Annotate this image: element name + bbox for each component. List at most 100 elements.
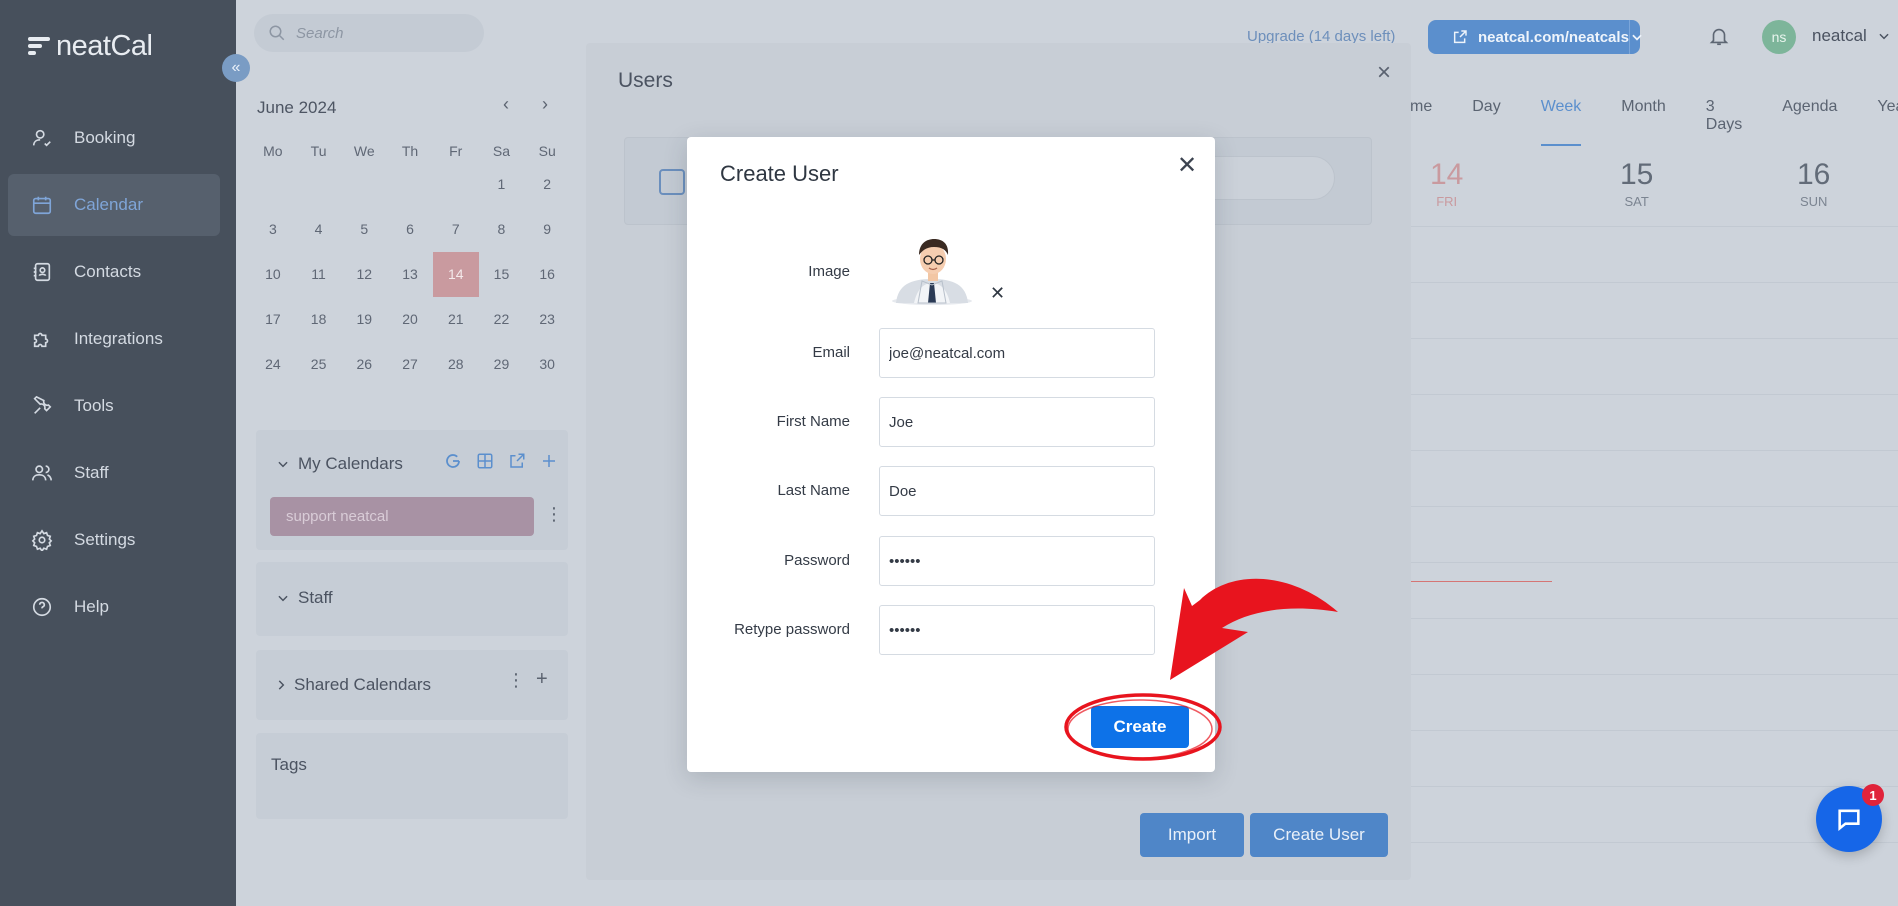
notifications-bell-icon[interactable] [1708, 24, 1730, 53]
week-row: 12 [250, 162, 570, 207]
sidebar-item-label: Staff [74, 463, 109, 482]
mini-calendar-day[interactable]: 17 [250, 297, 296, 342]
sidebar-item-label: Help [74, 597, 109, 616]
mini-calendar-day[interactable]: 7 [433, 207, 479, 252]
sidebar-item-contacts[interactable]: Contacts [8, 241, 220, 303]
password-field[interactable] [879, 536, 1155, 586]
microsoft-icon[interactable] [476, 452, 494, 470]
day-name: SUN [1799, 194, 1828, 209]
next-month-button[interactable]: › [542, 94, 548, 115]
mini-calendar-day[interactable]: 25 [296, 342, 342, 387]
close-icon[interactable]: × [1377, 59, 1391, 87]
contacts-icon [30, 260, 54, 284]
mini-calendar-today[interactable]: 14 [432, 252, 479, 297]
import-button[interactable]: Import [1140, 813, 1244, 857]
calendar-item-support[interactable]: support neatcal [270, 497, 534, 536]
user-avatar[interactable]: ns [1762, 20, 1796, 54]
mini-calendar-day[interactable]: 27 [387, 342, 433, 387]
public-url-button[interactable]: neatcal.com/neatcals [1428, 20, 1642, 54]
mini-calendar-day[interactable]: 18 [296, 297, 342, 342]
add-shared-calendar-icon[interactable]: + [536, 668, 548, 691]
prev-month-button[interactable]: ‹ [503, 94, 509, 115]
collapse-sidebar-button[interactable]: « [222, 54, 250, 82]
logo[interactable]: neatCal [28, 30, 153, 63]
create-user-title: Create User [720, 161, 839, 186]
mini-calendar-day[interactable]: 20 [387, 297, 433, 342]
tab-3days[interactable]: 3 Days [1706, 98, 1742, 146]
mini-calendar-day[interactable]: 8 [479, 207, 525, 252]
create-button[interactable]: Create [1091, 706, 1189, 748]
mini-calendar-day[interactable]: 3 [250, 207, 296, 252]
mini-calendar-day[interactable]: 23 [524, 297, 570, 342]
grid-line [1410, 786, 1898, 787]
day-number: 14 [1430, 158, 1464, 191]
tab-week[interactable]: Week [1540, 98, 1582, 146]
mini-calendar-day [433, 162, 479, 207]
sidebar-item-tools[interactable]: Tools [8, 375, 220, 437]
day-header-sun[interactable]: 16 SUN [1797, 158, 1830, 209]
sidebar-item-label: Integrations [74, 329, 163, 348]
mini-calendar-day[interactable]: 28 [433, 342, 479, 387]
tab-year[interactable]: Year [1877, 98, 1898, 146]
create-user-button[interactable]: Create User [1250, 813, 1388, 857]
kebab-menu-icon[interactable]: ⋮ [507, 670, 525, 691]
plus-icon[interactable] [540, 452, 558, 470]
email-field[interactable] [879, 328, 1155, 378]
tab-month[interactable]: Month [1621, 98, 1665, 146]
mini-calendar-day[interactable]: 16 [524, 252, 570, 297]
tab-day[interactable]: Day [1472, 98, 1500, 146]
mini-calendar-day[interactable]: 10 [250, 252, 296, 297]
sidebar-item-help[interactable]: Help [8, 576, 220, 638]
google-icon[interactable] [444, 452, 462, 470]
week-row: 10 11 12 13 14 15 16 [250, 252, 570, 297]
url-dropdown-toggle[interactable] [1628, 20, 1644, 54]
grid-line [1410, 338, 1898, 339]
mini-calendar-day [387, 162, 433, 207]
mini-calendar-day[interactable]: 2 [524, 162, 570, 207]
mini-calendar-day[interactable]: 26 [341, 342, 387, 387]
retype-password-field[interactable] [879, 605, 1155, 655]
mini-calendar-day[interactable]: 9 [524, 207, 570, 252]
sidebar-item-settings[interactable]: Settings [8, 509, 220, 571]
shared-calendars-header[interactable]: Shared Calendars [274, 675, 431, 695]
kebab-menu-icon[interactable]: ⋮ [545, 504, 563, 525]
tab-home[interactable]: me [1410, 98, 1432, 146]
close-icon[interactable]: ✕ [1177, 151, 1197, 180]
my-calendars-header[interactable]: My Calendars [276, 454, 403, 474]
mini-calendar-day[interactable]: 12 [341, 252, 387, 297]
mini-calendar-day[interactable]: 5 [341, 207, 387, 252]
remove-image-icon[interactable]: ✕ [990, 283, 1005, 304]
open-url-button[interactable]: neatcal.com/neatcals [1428, 29, 1629, 46]
last-name-field[interactable] [879, 466, 1155, 516]
mini-calendar-day[interactable]: 15 [479, 252, 525, 297]
mini-calendar-day[interactable]: 21 [433, 297, 479, 342]
day-header-fri[interactable]: 14 FRI [1430, 158, 1463, 209]
search-input[interactable]: Search [254, 14, 484, 52]
mini-calendar-day[interactable]: 1 [479, 162, 525, 207]
grid-line [1410, 618, 1898, 619]
mini-calendar-day[interactable]: 30 [524, 342, 570, 387]
mini-calendar-day[interactable]: 11 [296, 252, 342, 297]
first-name-field[interactable] [879, 397, 1155, 447]
select-all-checkbox[interactable] [659, 169, 685, 195]
password-label: Password [784, 552, 850, 569]
account-menu[interactable]: neatcal [1812, 26, 1891, 46]
sidebar-item-calendar[interactable]: Calendar [8, 174, 220, 236]
mini-calendar-day[interactable]: 29 [479, 342, 525, 387]
external-link-icon[interactable] [508, 452, 526, 470]
sidebar-item-staff[interactable]: Staff [8, 442, 220, 504]
day-header-sat[interactable]: 15 SAT [1620, 158, 1653, 209]
mini-calendar-day[interactable]: 22 [479, 297, 525, 342]
sidebar-item-label: Contacts [74, 262, 142, 281]
mini-calendar-day[interactable]: 19 [341, 297, 387, 342]
mini-calendar-day[interactable]: 24 [250, 342, 296, 387]
tab-agenda[interactable]: Agenda [1782, 98, 1837, 146]
sidebar-item-booking[interactable]: Booking [8, 107, 220, 169]
avatar-image[interactable] [892, 235, 982, 305]
mini-calendar-day[interactable]: 13 [387, 252, 433, 297]
mini-calendar-day[interactable]: 6 [387, 207, 433, 252]
staff-header[interactable]: Staff [276, 588, 333, 608]
mini-calendar-day[interactable]: 4 [296, 207, 342, 252]
chevron-down-icon [278, 595, 288, 602]
sidebar-item-integrations[interactable]: Integrations [8, 308, 220, 370]
